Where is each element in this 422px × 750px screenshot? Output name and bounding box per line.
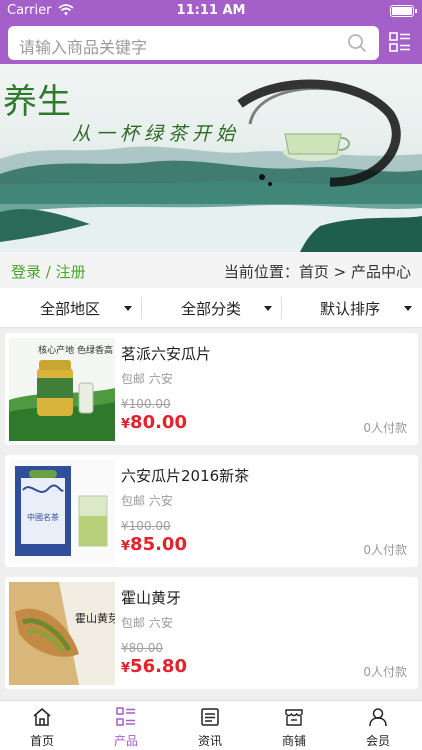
thumb-text: 霍山黄芽 (75, 611, 115, 625)
product-original-price: ¥100.00 (121, 397, 171, 411)
product-list-icon (116, 707, 135, 726)
tab-shop[interactable]: 商铺 (252, 701, 336, 750)
filter-row: 全部地区 全部分类 默认排序 (0, 288, 422, 328)
tab-label: 商铺 (281, 734, 306, 748)
chevron-down-icon (124, 306, 132, 311)
search-placeholder: 请输入商品关键字 (19, 38, 148, 57)
product-image[interactable]: 霍山黄芽 (9, 582, 115, 685)
currency-symbol: ¥ (121, 417, 131, 432)
search-input[interactable]: 请输入商品关键字 (8, 26, 379, 60)
product-card[interactable]: 霍山黄芽 霍山黄牙 包邮 六安 ¥80.00 ¥56.80 0人付款 (5, 577, 418, 689)
login-register-link[interactable]: 登录 / 注册 (11, 261, 86, 282)
category-filter[interactable]: 全部分类 (141, 288, 281, 328)
banner[interactable]: 养生 从一杯绿茶开始 (0, 64, 422, 252)
product-meta: 包邮 六安 (121, 616, 173, 630)
status-bar: Carrier 11:11 AM (0, 0, 422, 22)
product-image[interactable]: 核心产地 色绿香高 (9, 338, 115, 441)
list-icon[interactable] (389, 32, 411, 54)
product-meta: 包邮 六安 (121, 372, 173, 386)
battery-tip (415, 9, 417, 13)
tab-member[interactable]: 会员 (336, 701, 420, 750)
product-card[interactable]: 核心产地 色绿香高 茗派六安瓜片 包邮 六安 ¥100.00 ¥80.00 0人… (5, 333, 418, 445)
product-meta: 包邮 六安 (121, 494, 173, 508)
tab-label: 首页 (29, 734, 54, 748)
product-card[interactable]: 中國名茶 六安瓜片2016新茶 包邮 六安 ¥100.00 ¥85.00 0人付… (5, 455, 418, 567)
sort-filter-label: 默认排序 (320, 300, 381, 318)
product-price: ¥56.80 (121, 656, 187, 677)
product-image[interactable]: 中國名茶 (9, 460, 115, 563)
member-icon (369, 708, 387, 727)
news-icon (201, 708, 219, 726)
region-filter-label: 全部地区 (40, 300, 101, 318)
chevron-down-icon (404, 306, 412, 311)
home-icon (33, 708, 51, 726)
product-sold-count: 0人付款 (363, 543, 407, 557)
price-value: 80.00 (130, 412, 187, 433)
tab-label: 会员 (365, 734, 390, 748)
battery-icon (390, 5, 414, 17)
price-value: 85.00 (130, 534, 187, 555)
banner-title: 养生 (3, 82, 71, 122)
price-value: 56.80 (130, 656, 187, 677)
product-name[interactable]: 霍山黄牙 (121, 587, 181, 608)
tab-news[interactable]: 资讯 (168, 701, 252, 750)
product-price: ¥85.00 (121, 534, 187, 555)
product-original-price: ¥100.00 (121, 519, 171, 533)
tab-home[interactable]: 首页 (0, 701, 84, 750)
clock: 11:11 AM (176, 3, 246, 18)
currency-symbol: ¥ (121, 539, 131, 554)
product-name[interactable]: 六安瓜片2016新茶 (121, 465, 249, 486)
product-name[interactable]: 茗派六安瓜片 (121, 343, 211, 364)
breadcrumb: 当前位置：首页 > 产品中心 (223, 263, 411, 281)
thumb-text: 中國名茶 (27, 512, 59, 522)
product-price: ¥80.00 (121, 412, 187, 433)
thumb-text: 核心产地 色绿香高 (38, 344, 113, 356)
search-bar: 请输入商品关键字 (0, 22, 422, 64)
product-sold-count: 0人付款 (363, 665, 407, 679)
chevron-down-icon (264, 306, 272, 311)
login-row: 登录 / 注册 当前位置：首页 > 产品中心 (0, 252, 422, 288)
banner-subtitle: 从一杯绿茶开始 (72, 123, 241, 145)
region-filter[interactable]: 全部地区 (0, 288, 140, 328)
tab-label: 资讯 (197, 734, 222, 748)
product-sold-count: 0人付款 (363, 421, 407, 435)
search-icon[interactable] (347, 33, 367, 53)
category-filter-label: 全部分类 (181, 300, 242, 318)
currency-symbol: ¥ (121, 661, 131, 676)
sort-filter[interactable]: 默认排序 (281, 288, 421, 328)
shop-icon (285, 709, 303, 726)
tab-products[interactable]: 产品 (84, 701, 168, 750)
tab-bar: 首页 产品 资讯 商铺 会员 (0, 700, 422, 750)
product-original-price: ¥80.00 (121, 641, 163, 655)
tab-label: 产品 (113, 734, 138, 748)
